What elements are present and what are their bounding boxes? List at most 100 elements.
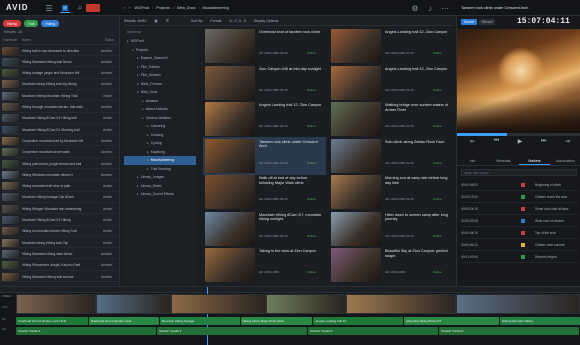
media-card[interactable]: Beautiful Sky at Zion Canyon: perfect sh… [329,246,452,284]
mark-out-icon[interactable]: ⇥ [565,138,570,145]
tree-item[interactable]: ▸ Library_Sound Effects [124,190,196,199]
tree-item[interactable]: ▸ Kayaking [124,148,196,157]
tab-metadata[interactable]: Metadata [488,157,519,165]
track-label[interactable]: TC1 [2,305,8,309]
filter-chip[interactable]: Trail [23,20,39,27]
audio-track-1[interactable]: Overhead shot of tandem rock climb Overhe… [16,317,580,325]
tab-info[interactable]: Info [457,157,488,165]
audio-clip[interactable]: Overhead shot of tandem rock climb [16,317,88,325]
result-row[interactable]: Hiking path forest, jungle terrain and t… [2,159,118,169]
tab-markers[interactable]: Markers [519,157,550,165]
audio-clip[interactable]: Scratch Vocals 3 [157,327,307,335]
tree-item[interactable]: ▸ Cycling [124,139,196,148]
timeline-ruler[interactable] [0,287,580,293]
video-clip[interactable] [171,294,266,314]
marker-row[interactable]: 00:00:33:05 Wide shot of climber [461,216,579,227]
tree-item[interactable]: ▸ Film_Editors [124,63,196,72]
result-row[interactable]: Mountain hiking Hiking trail Clip Active [2,238,118,249]
media-card[interactable]: Angels Landing trail 12, Zion Canyon HD 1… [329,64,452,102]
audio-track-2[interactable]: Scratch Vocals 2 Scratch Vocals 3 Scratch … [16,327,580,335]
browse-icon[interactable]: ▣ [60,3,70,13]
col-status[interactable]: Status [92,38,114,44]
step-forward-icon[interactable]: ⏭ [541,138,546,145]
audio-clip[interactable]: Mountain Hiking footage [159,317,240,325]
settings-icon[interactable]: ⋯ [440,3,450,13]
media-card[interactable]: Overhead shot of tandem rock climb HD 192… [203,27,326,65]
tree-item[interactable]: ▸ Library_Music [124,182,196,191]
result-row[interactable]: Mountain Hiking Mountain Hiking Trail Onl… [2,91,118,102]
result-row[interactable]: Hiking Mountain Hiking trail Nemo Archive [2,57,118,68]
tree-item[interactable]: ▸ Explore_Season3 [124,54,196,63]
video-clip[interactable] [16,294,96,314]
audio-clip[interactable]: Scratch Vocals 5 [308,327,438,335]
track-label[interactable]: VIDEO [2,294,11,298]
result-row[interactable]: Mountain Hiking footage Clip 8Cam Active [2,193,118,203]
result-row[interactable]: Hiking Mountain Hiking trail sunrise Arch… [2,272,118,282]
search-icon[interactable]: ⌕ [75,3,85,13]
video-clip[interactable] [456,294,580,314]
video-clip[interactable] [346,294,456,314]
tree-item[interactable]: ▸ Trail Running [124,165,196,174]
tree-item[interactable]: ▸ Wide_Promos [124,80,196,89]
video-clip[interactable] [266,294,346,314]
marker-row[interactable]: 00:00:13:20 Climber reach the arch [461,192,579,203]
result-row[interactable]: Hiking Phinometer Jungle, Kauzhu Park Arc… [2,261,118,271]
media-card[interactable]: Zion Canyon #45 at mid-day sunlight HD 19… [203,64,326,102]
marker-filter-input[interactable]: Enter filter criteria [461,169,577,176]
breadcrumb-item[interactable]: Web_Docs [177,6,196,10]
media-card[interactable]: Walk off at end of day before following … [203,173,326,211]
play-icon[interactable]: ▶ [518,138,523,145]
tab-associations[interactable]: Associations [550,157,580,165]
audio-clip[interactable]: Angels Landing trail 12 [313,317,404,325]
bell-icon[interactable]: ♪ [425,3,435,13]
tree-item[interactable]: ▸ Outdoor Athletes [124,114,196,123]
record-button[interactable]: Record [479,19,496,25]
result-row[interactable]: Mountain Hiking 8Cam D1 Morning trail Act… [2,125,118,136]
source-button[interactable]: Source [461,19,478,25]
marker-row[interactable]: 00:00:44:10 Top of the arch [461,228,579,239]
result-row[interactable]: Hiking Windows mountain hikers H Archive [2,170,118,181]
filter-chip[interactable]: Hiking [41,20,60,27]
grid-view-icon[interactable]: ▦ [154,19,157,23]
tree-item[interactable]: ▸ Web_Docs [124,88,196,97]
filter-chip[interactable]: Hiking [3,20,21,27]
audio-clip[interactable]: Hiking Mountain Hiking [500,317,580,325]
audio-clip[interactable]: Scratch Vocals 2 [16,327,156,335]
tree-item[interactable]: ▸ Library_Images [124,173,196,182]
display-options-button[interactable]: Display Options [254,19,279,23]
audio-clip[interactable]: Scratch Vocals 6 [439,327,579,335]
result-row[interactable]: Hiking mountain trail view of path Active [2,182,118,192]
result-row[interactable]: Hiking in mountain-terrain Hiking Trail A… [2,227,118,237]
media-card[interactable]: Hiker down to screen camp after long jou… [329,210,452,248]
result-row[interactable]: Hiking Ettinger Mountain rain weathering… [2,204,118,215]
video-clip[interactable] [96,294,171,314]
audio-clip[interactable]: Overhead shot of tandem rock [88,317,159,325]
menu-icon[interactable]: ☰ [44,3,54,13]
col-name[interactable]: Name [22,38,92,44]
track-label[interactable]: A2 [2,327,6,331]
result-row[interactable]: Cooperium mountain drone walk Archive [2,148,118,158]
video-track[interactable] [16,294,580,314]
step-back-icon[interactable]: ⏮ [494,138,499,145]
tree-item[interactable]: ▸ Film_Dreams [124,71,196,80]
col-thumbnail[interactable]: Thumbnail [2,38,22,44]
result-row[interactable]: Cooperium mountain trail by Mountain Hil… [2,136,118,147]
media-card[interactable]: Morning sun at camp site before long day… [329,173,452,211]
result-row[interactable]: Mountain Hiking 8Cam D1 Hiking trail Acti… [2,114,118,124]
video-preview[interactable] [457,29,580,133]
scrubber[interactable] [457,133,580,136]
marker-row[interactable]: 00:00:06:00 Beginning of climb [461,180,579,191]
result-row[interactable]: Mountain hiking Hiking trail big-hiking A… [2,80,118,90]
tree-item[interactable]: ▸ Amazon [124,97,196,106]
tree-item[interactable]: ▸ Mountaineering [124,156,196,165]
marker-row[interactable]: 00:00:56:12 Climber near summit [461,240,579,251]
sort-dropdown[interactable]: Format [210,19,221,23]
media-card[interactable]: Walking bridge over sunken waters of Amb… [329,100,452,138]
list-view-icon[interactable]: ☰ [166,19,169,23]
media-card[interactable]: Solo climb along Zeblac Rock Face HD 1920… [329,137,452,175]
breadcrumb-item[interactable]: Mountaineering [203,6,229,10]
breadcrumb-item[interactable]: WGProd [135,6,150,10]
track-label[interactable]: A1 [2,317,6,321]
audio-clip[interactable]: Mountain Hiking 8Cam D7 [404,317,500,325]
result-row[interactable]: Hiking Mountain hiking view Nemo Archive [2,249,118,260]
